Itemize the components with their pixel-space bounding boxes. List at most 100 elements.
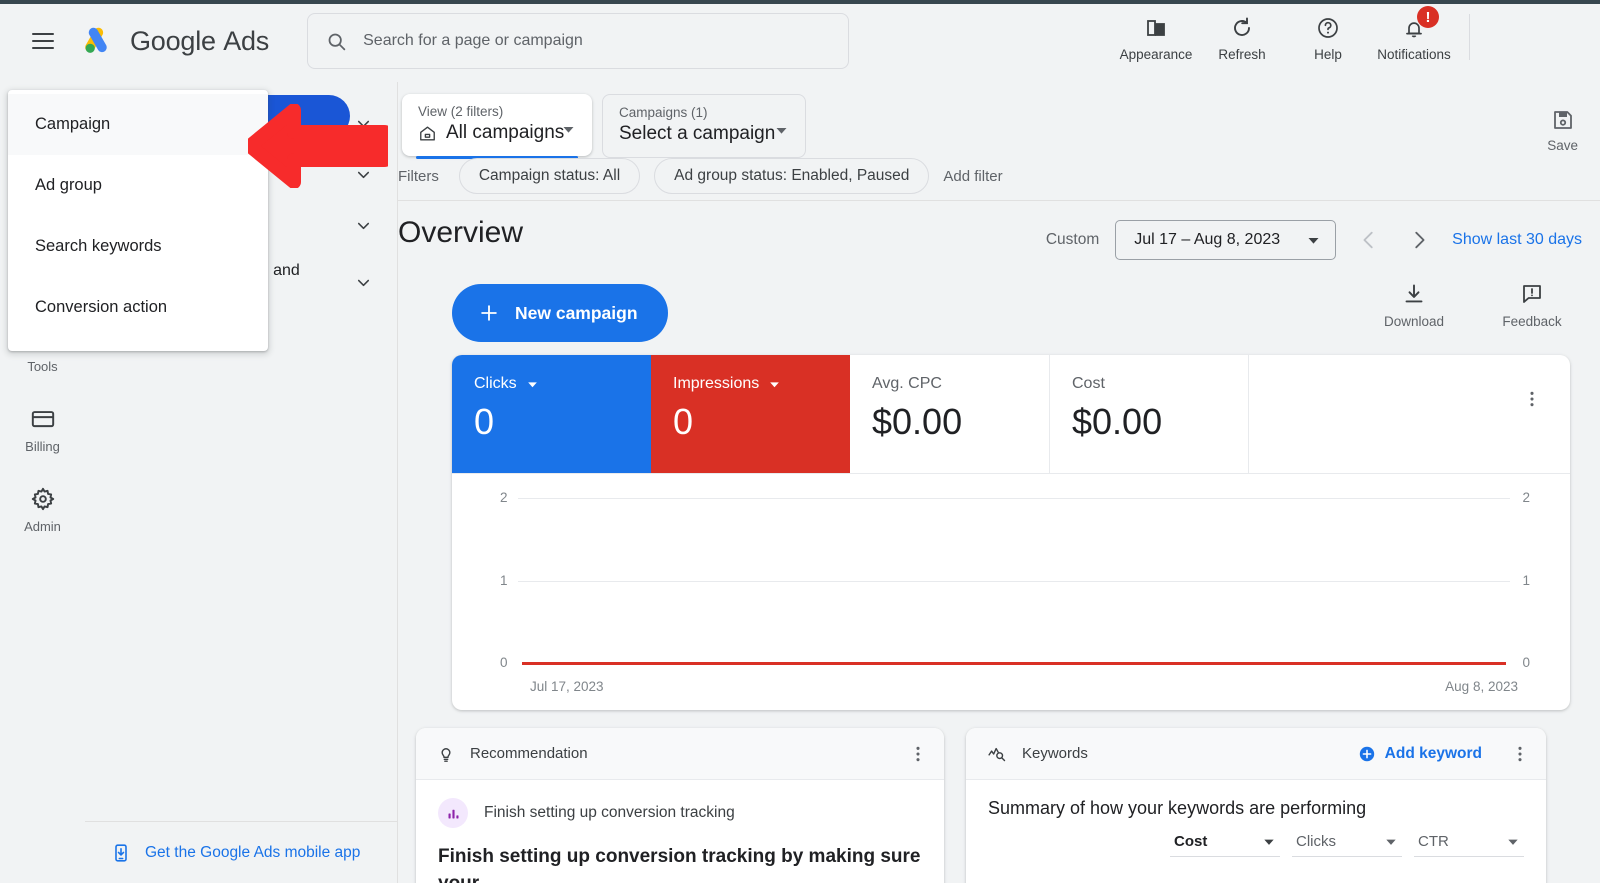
notifications-button[interactable]: ! Notifications bbox=[1371, 6, 1457, 62]
feedback-button-label: Feedback bbox=[1502, 314, 1562, 329]
refresh-icon bbox=[1230, 16, 1254, 40]
keywords-column-selectors: Cost Clicks CTR bbox=[988, 833, 1524, 857]
main-content: View (2 filters) All campaigns Campaigns… bbox=[398, 82, 1600, 883]
chart-ytick-left-1: 1 bbox=[500, 573, 508, 588]
download-feedback-actions: Download Feedback bbox=[1368, 282, 1578, 329]
filters-row: Filters Campaign status: All Ad group st… bbox=[398, 158, 1003, 194]
filter-bar: View (2 filters) All campaigns Campaigns… bbox=[398, 82, 1600, 200]
top-actions: Appearance Refresh Help ! Notifications bbox=[1113, 6, 1600, 74]
add-keyword-button[interactable]: Add keyword bbox=[1358, 745, 1482, 763]
help-button[interactable]: Help bbox=[1285, 8, 1371, 62]
metric-card-empty-slot bbox=[1248, 355, 1570, 473]
new-campaign-button[interactable]: New campaign bbox=[452, 284, 668, 342]
gear-icon bbox=[30, 486, 56, 512]
chevron-down-icon bbox=[1306, 233, 1321, 248]
date-next-button[interactable] bbox=[1402, 223, 1436, 257]
metric-card-clicks-label-row: Clicks bbox=[474, 375, 651, 393]
performance-chart-card: Clicks 0 Impressions 0 Avg. CPC $0.00 Co… bbox=[452, 355, 1570, 710]
sidebar-item-tools-label: Tools bbox=[27, 359, 58, 374]
more-vert-icon[interactable] bbox=[1510, 744, 1530, 764]
metric-card-cost[interactable]: Cost $0.00 bbox=[1049, 355, 1248, 473]
chart-ytick-left-2: 2 bbox=[500, 490, 508, 505]
chart-xtick-start: Jul 17, 2023 bbox=[530, 679, 604, 694]
date-prev-button[interactable] bbox=[1352, 223, 1386, 257]
date-range-custom-label: Custom bbox=[1045, 231, 1100, 248]
download-button[interactable]: Download bbox=[1368, 282, 1460, 329]
appearance-label: Appearance bbox=[1119, 47, 1193, 62]
download-icon bbox=[1402, 282, 1426, 306]
performance-line-chart: 2 1 0 2 1 0 Jul 17, 2023 Aug 8, 2023 bbox=[452, 474, 1570, 710]
chevron-down-icon bbox=[1506, 835, 1520, 849]
mobile-app-link-label: Get the Google Ads mobile app bbox=[145, 843, 361, 861]
appearance-button[interactable]: Appearance bbox=[1113, 8, 1199, 62]
add-filter-button[interactable]: Add filter bbox=[943, 168, 1002, 185]
metric-card-avg-cpc[interactable]: Avg. CPC $0.00 bbox=[850, 355, 1049, 473]
filters-label: Filters bbox=[398, 167, 439, 185]
keywords-column-clicks[interactable]: Clicks bbox=[1292, 833, 1402, 857]
keywords-card: Keywords Add keyword Summary of how your… bbox=[966, 728, 1546, 883]
show-last-30-days-link[interactable]: Show last 30 days bbox=[1452, 231, 1582, 249]
caret-down-icon[interactable] bbox=[768, 378, 781, 391]
view-selector[interactable]: View (2 filters) All campaigns bbox=[402, 94, 592, 159]
page-title: Overview bbox=[398, 216, 524, 249]
view-selector-value-row: All campaigns bbox=[418, 122, 576, 144]
date-range-selector[interactable]: Jul 17 – Aug 8, 2023 bbox=[1115, 220, 1337, 260]
plus-icon bbox=[478, 302, 500, 324]
mobile-app-icon bbox=[111, 843, 131, 863]
chart-options-kebab[interactable] bbox=[1522, 389, 1542, 409]
notifications-badge: ! bbox=[1417, 6, 1439, 28]
save-button[interactable]: Save bbox=[1547, 108, 1578, 153]
menu-item-search-keywords-label: Search keywords bbox=[35, 237, 162, 255]
date-range-controls: Custom Jul 17 – Aug 8, 2023 Show last 30… bbox=[1046, 220, 1582, 260]
sidebar-item-billing-label: Billing bbox=[25, 439, 60, 454]
caret-down-icon[interactable] bbox=[526, 378, 539, 391]
sidebar-item-billing[interactable]: Billing bbox=[7, 406, 79, 454]
more-vert-icon[interactable] bbox=[908, 744, 928, 764]
chevron-down-icon bbox=[1384, 835, 1398, 849]
filter-chip-campaign-status[interactable]: Campaign status: All bbox=[458, 158, 641, 194]
date-range-value: Jul 17 – Aug 8, 2023 bbox=[1134, 231, 1281, 248]
menu-item-ad-group[interactable]: Ad group bbox=[8, 155, 268, 216]
chart-ytick-right-2: 2 bbox=[1522, 490, 1530, 505]
refresh-button[interactable]: Refresh bbox=[1199, 8, 1285, 62]
sidebar-item-admin-label: Admin bbox=[24, 519, 61, 534]
menu-item-campaign[interactable]: Campaign bbox=[8, 94, 268, 155]
metric-cards: Clicks 0 Impressions 0 Avg. CPC $0.00 Co… bbox=[452, 355, 1570, 474]
metric-card-impressions[interactable]: Impressions 0 bbox=[651, 355, 850, 473]
keywords-column-ctr[interactable]: CTR bbox=[1414, 833, 1524, 857]
metric-card-avg-cpc-label: Avg. CPC bbox=[872, 375, 942, 392]
lightbulb-icon bbox=[436, 744, 456, 764]
recommendation-card-title: Recommendation bbox=[470, 745, 588, 762]
view-selector-label: View (2 filters) bbox=[418, 104, 504, 119]
google-ads-brand[interactable]: Google Ads bbox=[82, 23, 269, 59]
menu-item-conversion-action-label: Conversion action bbox=[35, 298, 168, 316]
add-keyword-button-label: Add keyword bbox=[1384, 744, 1482, 762]
filter-chip-ad-group-status[interactable]: Ad group status: Enabled, Paused bbox=[654, 158, 930, 194]
recommendation-card-header: Recommendation bbox=[416, 728, 944, 780]
search-input[interactable]: Search for a page or campaign bbox=[307, 13, 850, 69]
filter-bar-divider bbox=[398, 200, 1600, 201]
menu-item-search-keywords[interactable]: Search keywords bbox=[8, 216, 268, 277]
chart-gridline-1 bbox=[518, 581, 1510, 582]
sidebar-item-admin[interactable]: Admin bbox=[7, 486, 79, 534]
campaign-selector[interactable]: Campaigns (1) Select a campaign bbox=[602, 94, 806, 158]
chart-ytick-right-1: 1 bbox=[1522, 573, 1530, 588]
search-icon bbox=[326, 31, 347, 52]
chart-series-impressions bbox=[522, 662, 1506, 665]
metric-card-cost-label: Cost bbox=[1072, 375, 1105, 392]
mobile-app-link[interactable]: Get the Google Ads mobile app bbox=[85, 821, 398, 883]
app-root: Google Ads Search for a page or campaign… bbox=[0, 0, 1600, 883]
new-campaign-button-label: New campaign bbox=[515, 302, 638, 323]
search-placeholder: Search for a page or campaign bbox=[363, 32, 583, 49]
hamburger-menu-icon[interactable] bbox=[24, 22, 62, 60]
metric-card-impressions-value: 0 bbox=[673, 401, 694, 442]
menu-item-campaign-label: Campaign bbox=[35, 115, 111, 133]
menu-item-conversion-action[interactable]: Conversion action bbox=[8, 277, 268, 338]
keywords-column-cost[interactable]: Cost bbox=[1170, 833, 1280, 857]
top-bar: Google Ads Search for a page or campaign… bbox=[0, 0, 1600, 82]
chevron-down-icon bbox=[354, 273, 373, 292]
recommendation-headline: Finish setting up conversion tracking by… bbox=[438, 846, 921, 883]
metric-card-clicks[interactable]: Clicks 0 bbox=[452, 355, 651, 473]
feedback-button[interactable]: Feedback bbox=[1486, 282, 1578, 329]
chart-xtick-end: Aug 8, 2023 bbox=[1445, 679, 1518, 694]
